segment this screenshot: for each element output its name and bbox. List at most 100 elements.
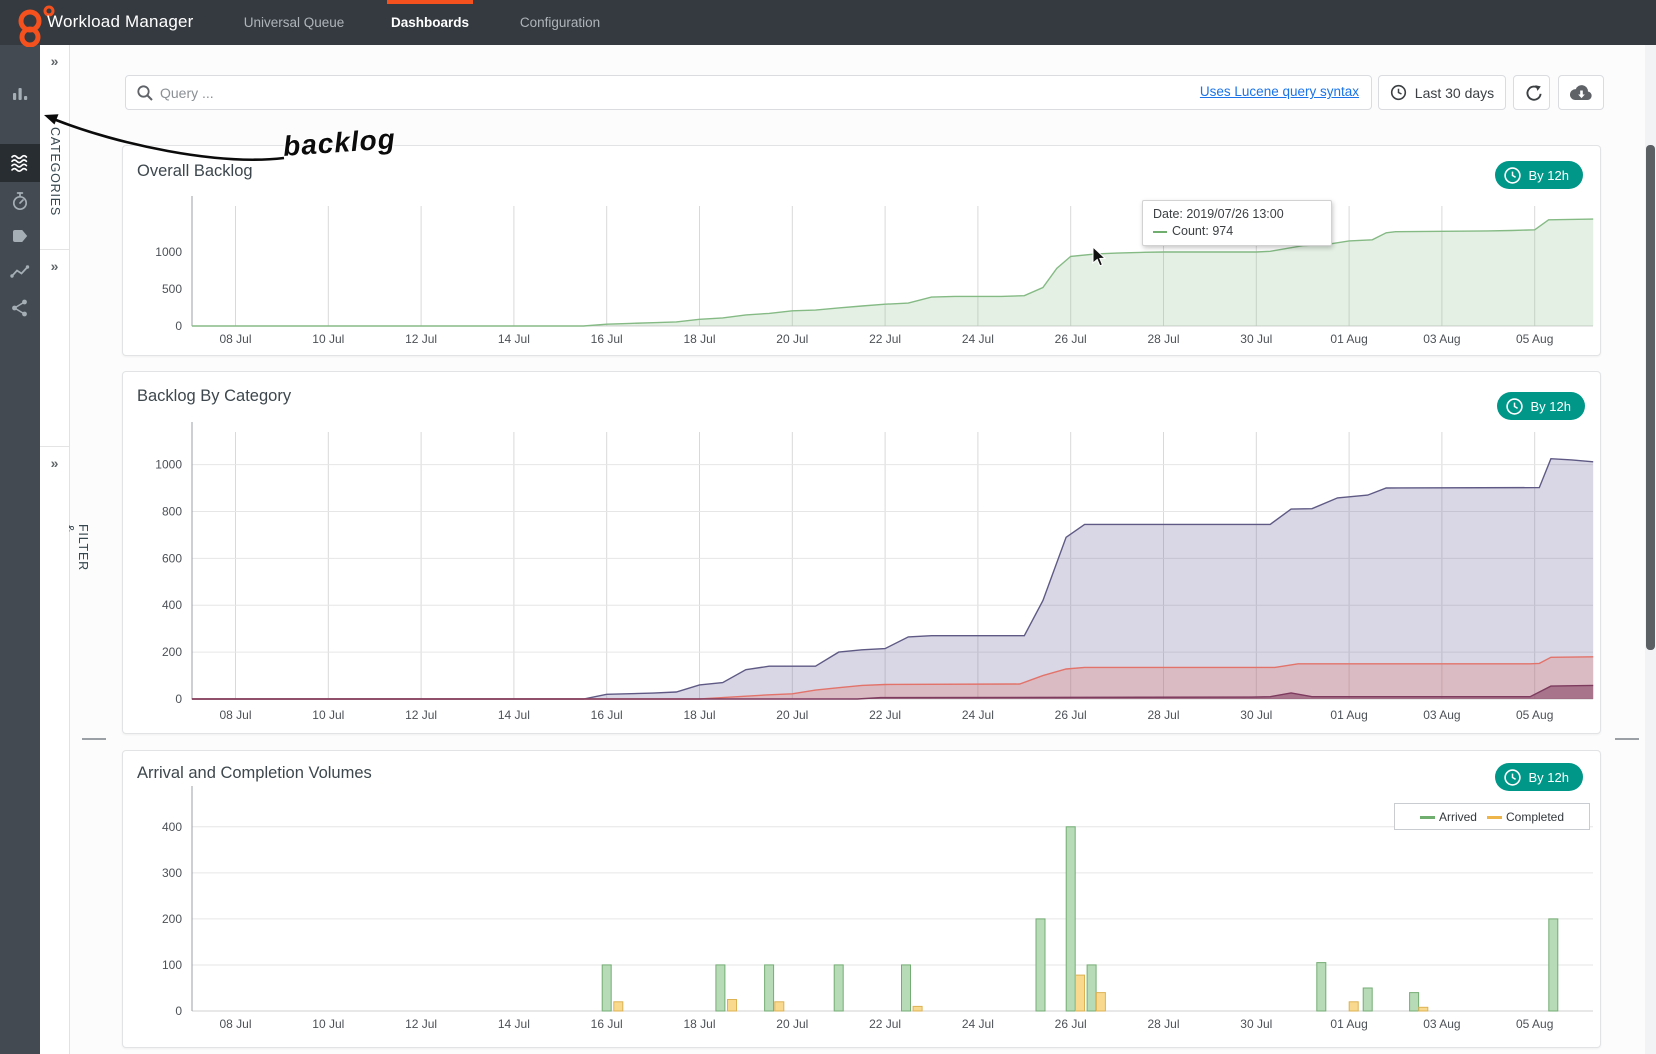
tab-configuration[interactable]: Configuration (516, 0, 604, 45)
top-navbar: Workload Manager Universal Queue Dashboa… (0, 0, 1656, 47)
x-tick-label: 08 Jul (219, 1017, 251, 1031)
x-tick-label: 26 Jul (1055, 1017, 1087, 1031)
y-tick-label: 200 (162, 645, 182, 659)
scrollbar-thumb[interactable] (1646, 145, 1655, 650)
x-tick-label: 14 Jul (498, 332, 530, 346)
y-tick-label: 0 (175, 319, 182, 333)
rail-expand-chevron[interactable]: › (0, 1045, 40, 1054)
bucket-badge-label: By 12h (1528, 769, 1569, 785)
x-tick-label: 30 Jul (1240, 1017, 1272, 1031)
arrival-completion-card: Arrival and Completion Volumes By 12h Ar… (122, 750, 1601, 1048)
x-tick-label: 30 Jul (1240, 332, 1272, 346)
x-tick-label: 01 Aug (1330, 708, 1367, 722)
x-tick-label: 24 Jul (962, 708, 994, 722)
y-tick-label: 300 (162, 866, 182, 880)
y-tick-label: 600 (162, 551, 182, 565)
arrived-dash-icon (1419, 815, 1435, 819)
x-tick-label: 05 Aug (1516, 332, 1553, 346)
x-tick-label: 22 Jul (869, 332, 901, 346)
y-tick-label: 1000 (155, 245, 182, 259)
x-tick-label: 26 Jul (1055, 332, 1087, 346)
overall-backlog-card: Overall Backlog By 12h 0 500 1000 08 Jul 10 … (122, 145, 1601, 356)
x-tick-label: 18 Jul (683, 708, 715, 722)
tab-dashboards[interactable]: Dashboards (387, 0, 473, 45)
panel-extra: » (40, 447, 69, 1054)
tab-universal-queue[interactable]: Universal Queue (242, 0, 346, 45)
expand-extra-chevron[interactable]: » (40, 447, 69, 471)
tooltip-count: Count: 974 (1153, 223, 1321, 240)
x-tick-label: 10 Jul (312, 708, 344, 722)
x-tick-label: 18 Jul (683, 332, 715, 346)
stopwatch-icon[interactable] (0, 182, 40, 220)
clock-icon (1390, 84, 1406, 101)
y-tick-label: 500 (162, 282, 182, 296)
y-tick-label: 0 (175, 1004, 182, 1018)
backlog-by-category-plot[interactable]: 0 200 400 600 800 1000 08 Jul 10 Jul 12 Jul 14 Ju… (123, 372, 1602, 735)
x-tick-label: 10 Jul (312, 332, 344, 346)
vertical-scrollbar[interactable] (1645, 45, 1656, 1054)
x-tick-label: 14 Jul (498, 708, 530, 722)
tag-icon[interactable] (0, 217, 40, 255)
x-tick-label: 18 Jul (683, 1017, 715, 1031)
bucket-badge-overall[interactable]: By 12h (1494, 161, 1583, 189)
completed-dash-icon (1486, 815, 1502, 819)
x-tick-label: 12 Jul (405, 332, 437, 346)
section-divider-right (1615, 738, 1639, 740)
x-tick-label: 01 Aug (1330, 332, 1367, 346)
x-tick-label: 20 Jul (776, 1017, 808, 1031)
refresh-button[interactable] (1513, 75, 1550, 110)
arrival-completion-plot[interactable]: 0 100 200 300 400 08 Jul 10 Jul 12 Jul 14 Jul 16 … (123, 751, 1602, 1049)
x-tick-label: 16 Jul (591, 1017, 623, 1031)
x-tick-label: 28 Jul (1147, 708, 1179, 722)
x-tick-label: 28 Jul (1147, 332, 1179, 346)
badge-clock-icon (1505, 397, 1523, 415)
y-tick-label: 200 (162, 912, 182, 926)
y-tick-label: 800 (162, 504, 182, 518)
arrival-completion-title: Arrival and Completion Volumes (137, 764, 372, 782)
panel-filter-view: » FILTER & VIEW (40, 250, 90, 571)
tooltip-date: Date: 2019/07/26 13:00 (1153, 207, 1284, 221)
x-tick-label: 03 Aug (1423, 332, 1460, 346)
legend-completed: Completed (1486, 810, 1564, 824)
bucket-badge-label: By 12h (1528, 167, 1569, 183)
x-tick-label: 26 Jul (1055, 708, 1087, 722)
y-tick-label: 400 (162, 598, 182, 612)
expand-categories-chevron[interactable]: » (40, 45, 69, 69)
x-tick-label: 20 Jul (776, 708, 808, 722)
bucket-badge-category[interactable]: By 12h (1496, 392, 1585, 420)
share-icon[interactable] (0, 289, 40, 327)
series-dash-icon (1153, 230, 1167, 233)
overall-backlog-plot[interactable]: 0 500 1000 08 Jul 10 Jul 12 Jul 14 Jul 16 Jul 18… (123, 146, 1602, 357)
refresh-icon (1526, 84, 1542, 101)
collapsed-panels-rail: » CATEGORIES » FILTER & VIEW » (40, 45, 90, 1054)
x-tick-label: 12 Jul (405, 1017, 437, 1031)
x-tick-label: 30 Jul (1240, 708, 1272, 722)
left-icon-rail: › (0, 45, 40, 1054)
backlog-annotation-arrow (44, 114, 285, 161)
time-range-button[interactable]: Last 30 days (1378, 75, 1506, 110)
x-tick-label: 01 Aug (1330, 1017, 1367, 1031)
export-button[interactable] (1558, 75, 1604, 110)
x-tick-label: 08 Jul (219, 332, 251, 346)
x-tick-label: 12 Jul (405, 708, 437, 722)
expand-filter-view-chevron[interactable]: » (40, 250, 69, 274)
chart-tooltip: Date: 2019/07/26 13:00 Count: 974 (1142, 200, 1332, 246)
x-tick-label: 05 Aug (1516, 708, 1553, 722)
x-tick-label: 28 Jul (1147, 1017, 1179, 1031)
y-tick-label: 1000 (155, 458, 182, 472)
badge-clock-icon (1503, 166, 1521, 184)
mouse-cursor (1092, 246, 1107, 267)
lucene-syntax-link[interactable]: Uses Lucene query syntax (1200, 84, 1359, 99)
x-tick-label: 16 Jul (591, 708, 623, 722)
x-tick-label: 10 Jul (312, 1017, 344, 1031)
x-tick-label: 05 Aug (1516, 1017, 1553, 1031)
x-tick-label: 14 Jul (498, 1017, 530, 1031)
bucket-badge-label: By 12h (1530, 398, 1571, 414)
x-tick-label: 22 Jul (869, 1017, 901, 1031)
bucket-badge-volumes[interactable]: By 12h (1494, 763, 1583, 791)
chart-legend: Arrived Completed (1394, 803, 1590, 830)
trend-line-icon[interactable] (0, 253, 40, 291)
x-tick-label: 03 Aug (1423, 1017, 1460, 1031)
x-tick-label: 03 Aug (1423, 708, 1460, 722)
section-divider-left (82, 738, 106, 740)
